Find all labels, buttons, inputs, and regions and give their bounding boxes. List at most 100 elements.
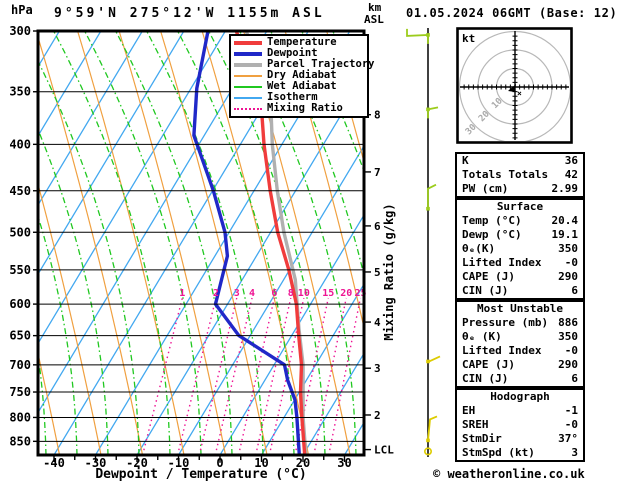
svg-text:5: 5: [374, 266, 381, 279]
stat-value: 42: [564, 168, 578, 181]
stat-row: EH -1: [457, 404, 583, 418]
stat-label: PW (cm): [462, 182, 509, 195]
stat-value: 290: [558, 270, 578, 283]
legend-swatch: [234, 74, 262, 77]
svg-text:450: 450: [9, 184, 31, 198]
stat-row: Totals Totals 42: [457, 168, 583, 182]
stat-label: Totals Totals: [462, 168, 549, 181]
legend-swatch: [234, 51, 262, 56]
stat-row: StmDir 37°: [457, 432, 583, 446]
svg-text:4: 4: [249, 288, 255, 299]
svg-text:7: 7: [374, 166, 381, 179]
hodograph-trace-mark: ×: [517, 89, 522, 98]
wind-barb-column: [406, 28, 441, 457]
legend: Temperature Dewpoint Parcel Trajectory Dry …: [229, 34, 374, 118]
stat-label: Temp (°C): [462, 214, 522, 227]
svg-text:10: 10: [298, 288, 310, 299]
stat-row: Dewp (°C) 19.1: [457, 228, 583, 242]
stat-label: Lifted Index: [462, 344, 542, 357]
stat-label: θₑ (K): [462, 330, 502, 343]
mixing-axis-title: Mixing Ratio (g/kg): [382, 203, 396, 340]
stat-value: 20.4: [551, 214, 579, 227]
svg-text:300: 300: [9, 24, 31, 38]
stat-label: Lifted Index: [462, 256, 542, 269]
legend-swatch: [234, 107, 262, 110]
stat-row: Pressure (mb) 886: [457, 316, 583, 330]
stat-value: 36: [564, 154, 578, 167]
stats-panels: K 36 Totals Totals 42 PW (cm) 2.99 Surface Temp…: [455, 152, 585, 462]
legend-swatch: [234, 62, 262, 67]
svg-text:350: 350: [9, 85, 31, 99]
svg-text:8: 8: [374, 109, 381, 122]
svg-text:4: 4: [374, 316, 381, 329]
stat-label: StmDir: [462, 432, 502, 445]
svg-text:15: 15: [322, 288, 334, 299]
legend-swatch: [234, 40, 262, 45]
stat-value: -0: [564, 344, 578, 357]
stat-row: θₑ(K) 350: [457, 242, 583, 256]
stat-row: CIN (J) 6: [457, 284, 583, 298]
stat-row: Lifted Index -0: [457, 344, 583, 358]
stat-row: K 36: [457, 154, 583, 168]
stat-row: CAPE (J) 290: [457, 270, 583, 284]
svg-text:750: 750: [9, 385, 31, 399]
stat-row: CIN (J) 6: [457, 372, 583, 386]
stat-label: CIN (J): [462, 372, 509, 385]
stats-panel: Hodograph EH -1 SREH -0 StmDir 37° StmSpd (kt) 3: [455, 388, 585, 462]
svg-text:700: 700: [9, 358, 31, 372]
stat-value: 6: [571, 372, 578, 385]
stat-value: 290: [558, 358, 578, 371]
stat-value: 37°: [558, 432, 578, 445]
svg-text:6: 6: [271, 288, 277, 299]
stat-value: 6: [571, 284, 578, 297]
svg-text:650: 650: [9, 329, 31, 343]
stat-row: Lifted Index -0: [457, 256, 583, 270]
stats-panel-header: Hodograph: [490, 390, 550, 403]
svg-text:800: 800: [9, 410, 31, 424]
legend-label: Mixing Ratio: [267, 102, 343, 114]
svg-text:8: 8: [288, 288, 294, 299]
credit: © weatheronline.co.uk: [433, 467, 585, 481]
svg-text:2: 2: [213, 288, 219, 299]
stat-row: Temp (°C) 20.4: [457, 214, 583, 228]
svg-text:2: 2: [374, 409, 381, 422]
legend-swatch: [234, 96, 262, 99]
svg-text:400: 400: [9, 137, 31, 151]
stat-row: StmSpd (kt) 3: [457, 446, 583, 460]
stat-value: 19.1: [551, 228, 579, 241]
stat-value: 2.99: [551, 182, 579, 195]
svg-text:6: 6: [374, 220, 381, 233]
stats-panel: K 36 Totals Totals 42 PW (cm) 2.99: [455, 152, 585, 198]
stat-label: θₑ(K): [462, 242, 496, 255]
stats-panel: Most Unstable Pressure (mb) 886 θₑ (K) 350 Li…: [455, 300, 585, 388]
stat-value: 350: [558, 330, 578, 343]
stat-row: CAPE (J) 290: [457, 358, 583, 372]
stat-value: 3: [571, 446, 578, 459]
stat-label: StmSpd (kt): [462, 446, 535, 459]
stat-value: -0: [564, 256, 578, 269]
legend-swatch: [234, 85, 262, 88]
legend-item: Mixing Ratio: [234, 103, 367, 114]
sounding-chart-page: hPa 9°59'N 275°12'W 1155m ASL km ASL 01.…: [0, 0, 629, 486]
svg-text:3: 3: [374, 362, 381, 375]
stat-label: Dewp (°C): [462, 228, 522, 241]
stats-panel: Surface Temp (°C) 20.4 Dewp (°C) 19.1 θₑ(K) 35…: [455, 198, 585, 300]
stat-label: Pressure (mb): [462, 316, 549, 329]
stat-label: CIN (J): [462, 284, 509, 297]
svg-text:3: 3: [234, 288, 240, 299]
stat-label: CAPE (J): [462, 270, 515, 283]
svg-text:1: 1: [179, 288, 185, 299]
stat-label: SREH: [462, 418, 489, 431]
svg-text:600: 600: [9, 297, 31, 311]
stat-row: PW (cm) 2.99: [457, 182, 583, 196]
svg-text:LCL: LCL: [374, 444, 394, 457]
stat-label: K: [462, 154, 469, 167]
stat-label: EH: [462, 404, 476, 417]
svg-text:550: 550: [9, 263, 31, 277]
svg-text:850: 850: [9, 434, 31, 448]
stats-panel-header: Most Unstable: [476, 302, 564, 315]
svg-text:500: 500: [9, 225, 31, 239]
stat-row: θₑ (K) 350: [457, 330, 583, 344]
x-axis-title: Dewpoint / Temperature (°C): [95, 467, 307, 482]
stat-value: 350: [558, 242, 578, 255]
